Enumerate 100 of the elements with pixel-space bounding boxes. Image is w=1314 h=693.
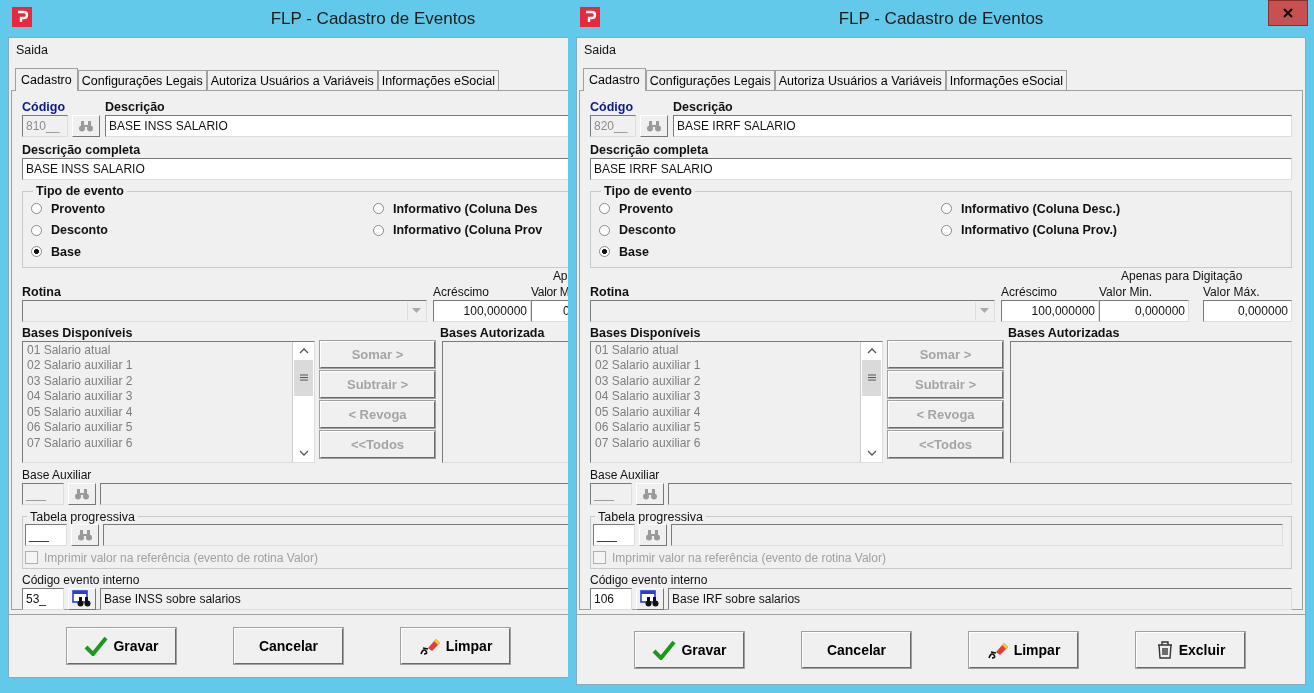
scrollbar[interactable] (860, 341, 882, 462)
list-item[interactable]: 01 Salario atual (595, 342, 856, 358)
app-logo-icon (12, 7, 32, 27)
scrollbar[interactable] (292, 341, 314, 462)
close-button[interactable] (1268, 0, 1308, 26)
binoculars-icon (646, 120, 662, 132)
max-value-field[interactable]: 0,000000 (1203, 299, 1292, 322)
tab[interactable]: Configurações Legais (645, 70, 775, 90)
tab[interactable]: Cadastro (583, 68, 646, 91)
routine-dropdown[interactable] (590, 299, 995, 322)
action-button[interactable]: Limpar (401, 628, 510, 664)
radio-label: Base (619, 244, 649, 259)
eraser-icon (418, 636, 441, 656)
field-label: Descrição completa (590, 142, 710, 158)
name-field[interactable] (671, 523, 1283, 546)
list-item[interactable]: 02 Salario auxiliar 1 (595, 358, 856, 374)
increment-field[interactable]: 100,000000 (433, 299, 531, 322)
list-item[interactable]: 03 Salario auxiliar 2 (27, 373, 288, 389)
search-button[interactable] (68, 587, 96, 610)
routine-dropdown[interactable] (22, 299, 427, 322)
code-field[interactable]: ___ (25, 523, 67, 546)
radio-label: Informativo (Coluna Des (393, 201, 538, 216)
full-description-field[interactable]: BASE INSS SALARIO (22, 158, 568, 180)
field-label: Rotina (22, 283, 62, 300)
list-item[interactable]: 03 Salario auxiliar 2 (595, 373, 856, 389)
scroll-up-icon[interactable] (298, 347, 309, 354)
list-item[interactable]: 02 Salario auxiliar 1 (27, 358, 288, 374)
calendar-binoculars-icon (640, 590, 660, 607)
grip-icon[interactable] (867, 374, 876, 381)
radio-label: Base (51, 244, 81, 259)
field-label: Descrição (673, 99, 734, 115)
action-button[interactable]: Gravar (635, 631, 744, 668)
window-title: FLP - Cadastro de Eventos (270, 8, 476, 29)
action-button[interactable]: Excluir (1136, 631, 1245, 668)
tab[interactable]: Configurações Legais (77, 70, 207, 90)
tab[interactable]: Cadastro (15, 68, 78, 91)
radio-button[interactable] (31, 246, 42, 258)
code-field[interactable]: 106 (590, 587, 632, 610)
binoculars-icon (78, 120, 94, 132)
radio-label: Provento (51, 201, 106, 216)
code-field[interactable]: 53_ (22, 587, 64, 610)
description-field[interactable]: BASE IRRF SALARIO (673, 115, 1292, 137)
name-field[interactable] (100, 482, 568, 505)
field-label: Base Auxiliar (590, 466, 661, 483)
calendar-binoculars-icon (72, 590, 92, 607)
list-item[interactable]: 06 Salario auxiliar 5 (27, 420, 288, 436)
binoculars-icon (74, 487, 90, 500)
radio-label: Provento (619, 201, 674, 216)
checkmark-icon (84, 636, 109, 656)
tab[interactable]: Autoriza Usuários a Variáveis (774, 70, 946, 90)
name-field[interactable]: Base INSS sobre salarios (100, 587, 568, 610)
action-button[interactable]: Gravar (67, 628, 176, 664)
scroll-up-icon[interactable] (866, 347, 877, 354)
grip-icon[interactable] (299, 374, 308, 381)
list-item[interactable]: 04 Salario auxiliar 3 (595, 389, 856, 405)
field-label: Acréscimo (433, 283, 490, 300)
field-label: Acréscimo (1001, 283, 1058, 300)
list-item[interactable]: 05 Salario auxiliar 4 (27, 404, 288, 420)
increment-field[interactable]: 100,000000 (1001, 299, 1099, 322)
radio-button[interactable] (599, 224, 610, 236)
list-item[interactable]: 06 Salario auxiliar 5 (595, 420, 856, 436)
binoculars-icon (77, 528, 93, 541)
group-title: Tabela progressiva (597, 509, 704, 524)
radio-button[interactable] (599, 203, 610, 215)
radio-button[interactable] (599, 246, 610, 258)
name-field[interactable] (668, 482, 1292, 505)
radio-button[interactable] (31, 203, 42, 215)
checkbox-label: Imprimir valor na referência (evento de rotina Valor) (44, 550, 318, 565)
action-button[interactable]: Limpar (969, 631, 1078, 668)
radio-button[interactable] (373, 203, 384, 215)
radio-button[interactable] (373, 224, 384, 236)
scroll-down-icon[interactable] (866, 449, 877, 456)
search-button[interactable] (636, 587, 664, 610)
code-field[interactable]: ___ (593, 523, 635, 546)
name-field[interactable] (103, 523, 568, 546)
list-item[interactable]: 07 Salario auxiliar 6 (595, 435, 856, 451)
list-item[interactable]: 05 Salario auxiliar 4 (595, 404, 856, 420)
list-item[interactable]: 07 Salario auxiliar 6 (27, 435, 288, 451)
action-button[interactable]: Cancelar (234, 628, 343, 664)
name-field[interactable]: Base IRF sobre salarios (668, 587, 1292, 610)
menu-item[interactable]: Saida (584, 43, 616, 57)
menu-item[interactable]: Saida (16, 43, 48, 57)
checkbox-label: Imprimir valor na referência (evento de rotina Valor) (612, 550, 886, 565)
tab[interactable]: Informações eSocial (377, 70, 499, 90)
full-description-field[interactable]: BASE IRRF SALARIO (590, 158, 1292, 180)
caret-icon (980, 308, 989, 313)
binoculars-icon (642, 487, 658, 500)
list-item[interactable]: 01 Salario atual (27, 342, 288, 358)
min-value-field[interactable]: 0,000000 (1099, 299, 1189, 322)
radio-button[interactable] (941, 224, 952, 236)
tab[interactable]: Autoriza Usuários a Variáveis (206, 70, 378, 90)
radio-button[interactable] (941, 203, 952, 215)
list-label: Bases Disponíveis (590, 324, 702, 341)
list-label: Bases Autorizada (440, 324, 546, 341)
radio-button[interactable] (31, 224, 42, 236)
description-field[interactable]: BASE INSS SALARIO (105, 115, 568, 137)
scroll-down-icon[interactable] (298, 449, 309, 456)
tab[interactable]: Informações eSocial (945, 70, 1067, 90)
action-button[interactable]: Cancelar (802, 631, 911, 668)
list-item[interactable]: 04 Salario auxiliar 3 (27, 389, 288, 405)
